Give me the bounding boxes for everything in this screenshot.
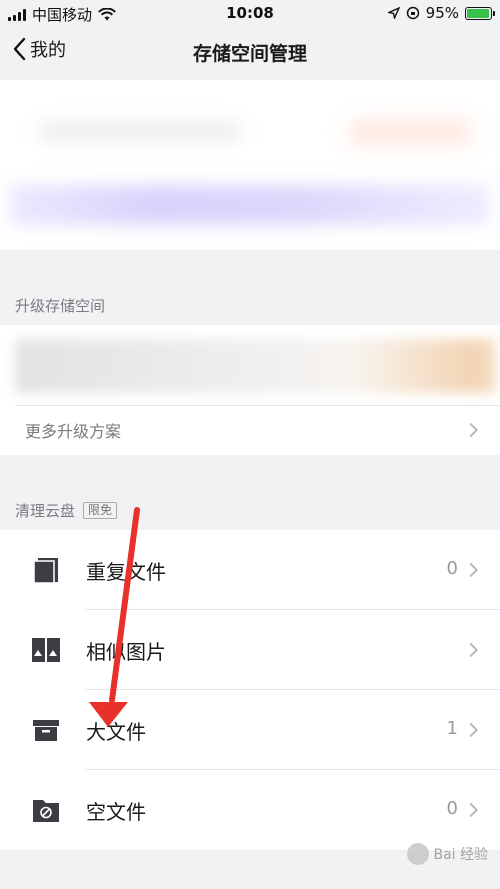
blurred-text [40,120,240,142]
watermark: Bai 经验 [407,843,488,865]
free-tag-badge: 限免 [83,502,118,519]
upgrade-section-label: 升级存储空间 [15,295,105,316]
item-count: 0 [446,558,458,579]
battery-fill [467,8,489,18]
page-title: 存储空间管理 [192,43,307,65]
clean-list: 重复文件 0 相似图片 大文件 1 空文件 0 [0,530,500,850]
chevron-right-icon [463,722,479,738]
item-count: 1 [446,718,458,739]
empty-folder-icon [33,800,59,822]
storage-usage-card [0,80,500,250]
rotation-lock-icon [406,6,419,20]
battery-icon [465,6,495,20]
chevron-right-icon [463,642,479,658]
clean-section-title: 清理云盘 [15,502,76,520]
item-count: 0 [446,798,458,819]
status-bar: 中国移动 10:08 95% [0,0,500,28]
blurred-text [350,120,470,145]
watermark-text: Bai 经验 [433,847,488,863]
more-upgrade-plans-label: 更多升级方案 [25,422,122,441]
more-upgrade-plans-row[interactable]: 更多升级方案 [0,405,500,455]
upgrade-section-title: 升级存储空间 [15,297,106,315]
list-item-empty-files[interactable]: 空文件 0 [0,770,500,850]
chevron-right-icon [463,422,479,438]
battery-percent: 95% [425,4,459,22]
clean-section-label: 清理云盘 限免 [15,500,118,521]
archive-box-icon [33,720,59,741]
item-label: 相似图片 [86,640,166,664]
duplicate-files-icon [33,558,58,584]
item-label: 重复文件 [86,560,166,584]
chevron-right-icon [463,562,479,578]
item-label: 大文件 [86,720,146,744]
list-item-duplicate-files[interactable]: 重复文件 0 [0,530,500,610]
storage-usage-bar [10,185,490,225]
item-label: 空文件 [86,800,146,824]
list-item-similar-images[interactable]: 相似图片 [0,610,500,690]
status-right: 95% [387,4,495,22]
paw-logo-icon [407,843,430,865]
chevron-right-icon [463,802,479,818]
location-icon [387,7,400,19]
upgrade-plan-banner[interactable] [15,339,495,393]
list-item-large-files[interactable]: 大文件 1 [0,690,500,770]
similar-images-icon [32,638,60,662]
navigation-bar: 我的 存储空间管理 [0,28,500,74]
